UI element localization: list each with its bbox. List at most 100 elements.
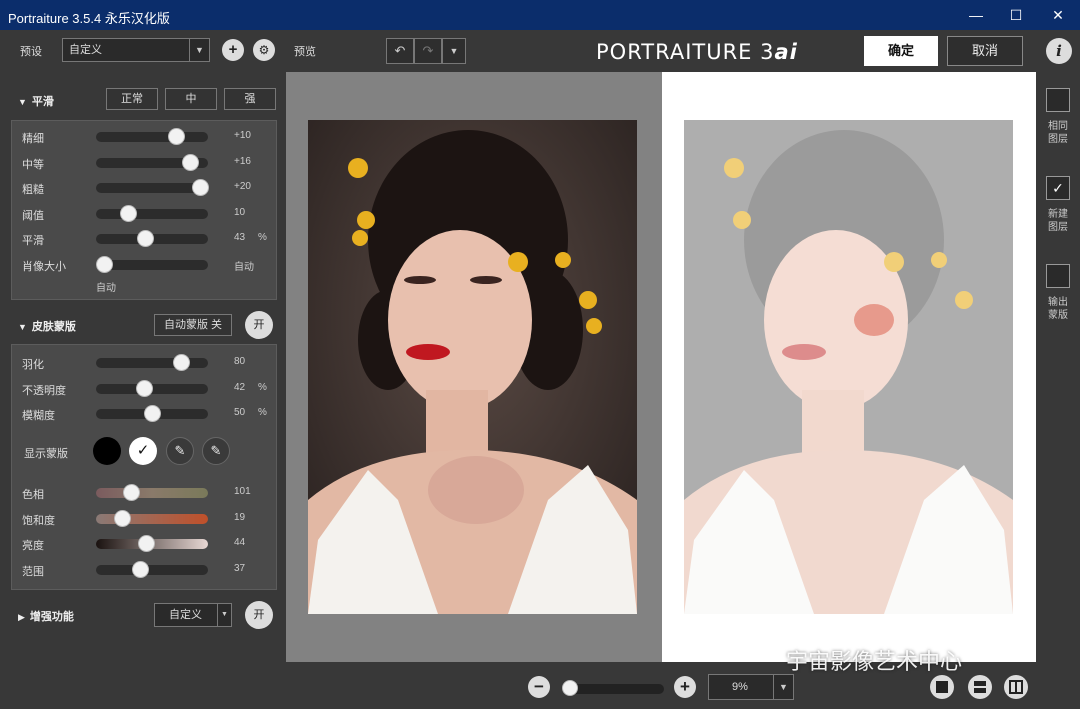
preview-area[interactable] xyxy=(286,72,1036,662)
chevron-down-icon: ▼ xyxy=(449,46,459,56)
eyedropper-button[interactable]: ✎ xyxy=(166,437,194,465)
output-mask-checkbox[interactable] xyxy=(1046,264,1070,288)
output-mask-label: 输出 蒙版 xyxy=(1042,296,1074,322)
single-view-button[interactable] xyxy=(930,675,954,699)
smoothing-slider-track[interactable] xyxy=(96,179,209,197)
mask-color-slider-thumb[interactable] xyxy=(122,484,140,501)
skin_mask-slider-track[interactable] xyxy=(96,354,208,371)
preset-medium-button[interactable]: 中 xyxy=(165,88,217,110)
enhance-value: 自定义 xyxy=(169,609,202,621)
zoom-value: 9% xyxy=(732,681,748,693)
split-vertical-view-button[interactable] xyxy=(1004,675,1028,699)
mask-color-black-swatch[interactable] xyxy=(93,437,121,465)
mask-color-slider-track[interactable] xyxy=(96,509,208,527)
undo-button[interactable]: ↶ xyxy=(386,38,414,64)
smoothing-slider-thumb[interactable] xyxy=(96,256,113,273)
history-dropdown[interactable]: ▼ xyxy=(442,38,466,64)
mask-color-slider-value: 19 xyxy=(234,511,246,523)
skin_mask-slider-thumb[interactable] xyxy=(136,379,154,397)
eyedropper-plus-icon: ✎ xyxy=(210,443,222,458)
original-photo xyxy=(308,120,637,614)
split-vertical-icon xyxy=(1009,680,1023,694)
enhance-select[interactable]: 自定义 ▼ xyxy=(154,603,232,627)
smoothing-slider-row: 平滑 43% xyxy=(12,229,276,249)
smoothing-slider-row: 粗糙 +20 xyxy=(12,178,276,198)
redo-button[interactable]: ↷ xyxy=(414,38,442,64)
mask-color-slider-label: 亮度 xyxy=(22,540,44,553)
smoothing-slider-track[interactable] xyxy=(96,256,208,273)
skin-mask-header[interactable]: ▼ 皮肤蒙版 xyxy=(18,318,76,334)
eyedropper-plus-button[interactable]: ✎ xyxy=(202,437,230,465)
new-layer-checkbox[interactable]: ✓ xyxy=(1046,176,1070,200)
auto-mask-toggle[interactable]: 自动蒙版 关 xyxy=(154,314,232,336)
skin-mask-on-button[interactable]: 开 xyxy=(245,311,273,339)
redo-icon: ↷ xyxy=(422,43,434,58)
info-button[interactable]: i xyxy=(1046,38,1072,64)
skin_mask-slider-track[interactable] xyxy=(96,379,208,397)
preview-mask-pane xyxy=(662,72,1036,662)
title-bar: Portraiture 3.5.4 永乐汉化版 — ☐ ✕ xyxy=(0,0,1080,30)
smoothing-slider-track[interactable] xyxy=(96,230,208,248)
enhance-on-button[interactable]: 开 xyxy=(245,601,273,629)
cancel-button[interactable]: 取消 xyxy=(947,36,1023,66)
smoothing-slider-thumb[interactable] xyxy=(168,128,185,145)
mask-color-slider-thumb[interactable] xyxy=(114,509,132,527)
skin_mask-slider-value: 42 xyxy=(234,381,246,393)
skin_mask-slider-value: 50 xyxy=(234,407,246,419)
mask-color-white-swatch[interactable]: ✓ xyxy=(129,437,157,465)
smoothing-slider-track[interactable] xyxy=(96,204,208,222)
smoothing-slider-track[interactable] xyxy=(96,153,208,171)
smoothing-slider-value: +10 xyxy=(234,130,251,141)
settings-button[interactable]: ⚙ xyxy=(253,39,275,61)
mask-color-slider-thumb[interactable] xyxy=(131,560,149,578)
skin_mask-slider-unit: % xyxy=(258,381,267,393)
same-layer-label: 相同 图层 xyxy=(1042,120,1074,146)
add-preset-button[interactable]: + xyxy=(222,39,244,61)
maximize-button[interactable]: ☐ xyxy=(1006,6,1026,24)
minus-icon: − xyxy=(534,677,544,696)
ok-button[interactable]: 确定 xyxy=(864,36,938,66)
skin_mask-slider-track[interactable] xyxy=(96,405,208,423)
preset-strong-button[interactable]: 强 xyxy=(224,88,276,110)
smoothing-slider-unit: % xyxy=(258,232,267,244)
skin_mask-slider-row: 模糊度 50% xyxy=(12,404,276,424)
zoom-select[interactable]: 9% ▼ xyxy=(708,674,794,700)
portrait-size-auto-label: 自动 xyxy=(96,283,116,294)
smoothing-slider-label: 肖像大小 xyxy=(22,261,66,273)
new-layer-text: 新建 图层 xyxy=(1048,209,1068,233)
collapse-triangle-icon: ▶ xyxy=(18,612,25,622)
close-button[interactable]: ✕ xyxy=(1048,6,1068,24)
preset-normal-button[interactable]: 正常 xyxy=(106,88,158,110)
skin_mask-slider-thumb[interactable] xyxy=(172,354,190,371)
minimize-button[interactable]: — xyxy=(966,6,986,24)
smoothing-slider-thumb[interactable] xyxy=(182,153,200,171)
eyedropper-icon: ✎ xyxy=(174,443,186,458)
smoothing-slider-thumb[interactable] xyxy=(137,230,155,248)
smoothing-slider-track[interactable] xyxy=(96,128,208,145)
check-icon: ✓ xyxy=(1052,180,1064,196)
zoom-in-button[interactable]: + xyxy=(674,676,696,698)
output-options-panel: 相同 图层 ✓ 新建 图层 输出 蒙版 xyxy=(1036,72,1080,709)
mask-color-slider-track[interactable] xyxy=(96,484,208,501)
plus-icon: + xyxy=(680,677,690,696)
zoom-out-button[interactable]: − xyxy=(528,676,550,698)
smoothing-slider-value: 自动 xyxy=(234,262,254,273)
smoothing-slider-thumb[interactable] xyxy=(192,179,209,197)
mask-color-slider-thumb[interactable] xyxy=(138,535,156,553)
zoom-slider[interactable] xyxy=(562,680,664,696)
zoom-slider-thumb[interactable] xyxy=(562,680,578,696)
enhance-header[interactable]: ▶ 增强功能 xyxy=(18,608,74,624)
smoothing-slider-row: 中等 +16 xyxy=(12,153,276,173)
skin_mask-slider-thumb[interactable] xyxy=(144,405,161,423)
preset-select[interactable]: 自定义 ▼ xyxy=(62,38,210,62)
same-layer-checkbox[interactable] xyxy=(1046,88,1070,112)
skin-mask-title: 皮肤蒙版 xyxy=(31,321,76,333)
mask-color-slider-track[interactable] xyxy=(96,560,208,578)
smoothing-slider-value: +16 xyxy=(234,155,251,167)
smoothing-slider-thumb[interactable] xyxy=(120,204,137,222)
skin_mask-slider-unit: % xyxy=(258,407,267,419)
expand-triangle-icon: ▼ xyxy=(18,322,27,332)
smoothing-header[interactable]: ▼ 平滑 xyxy=(18,93,54,109)
split-horizontal-view-button[interactable] xyxy=(968,675,992,699)
mask-color-slider-track[interactable] xyxy=(96,535,208,553)
